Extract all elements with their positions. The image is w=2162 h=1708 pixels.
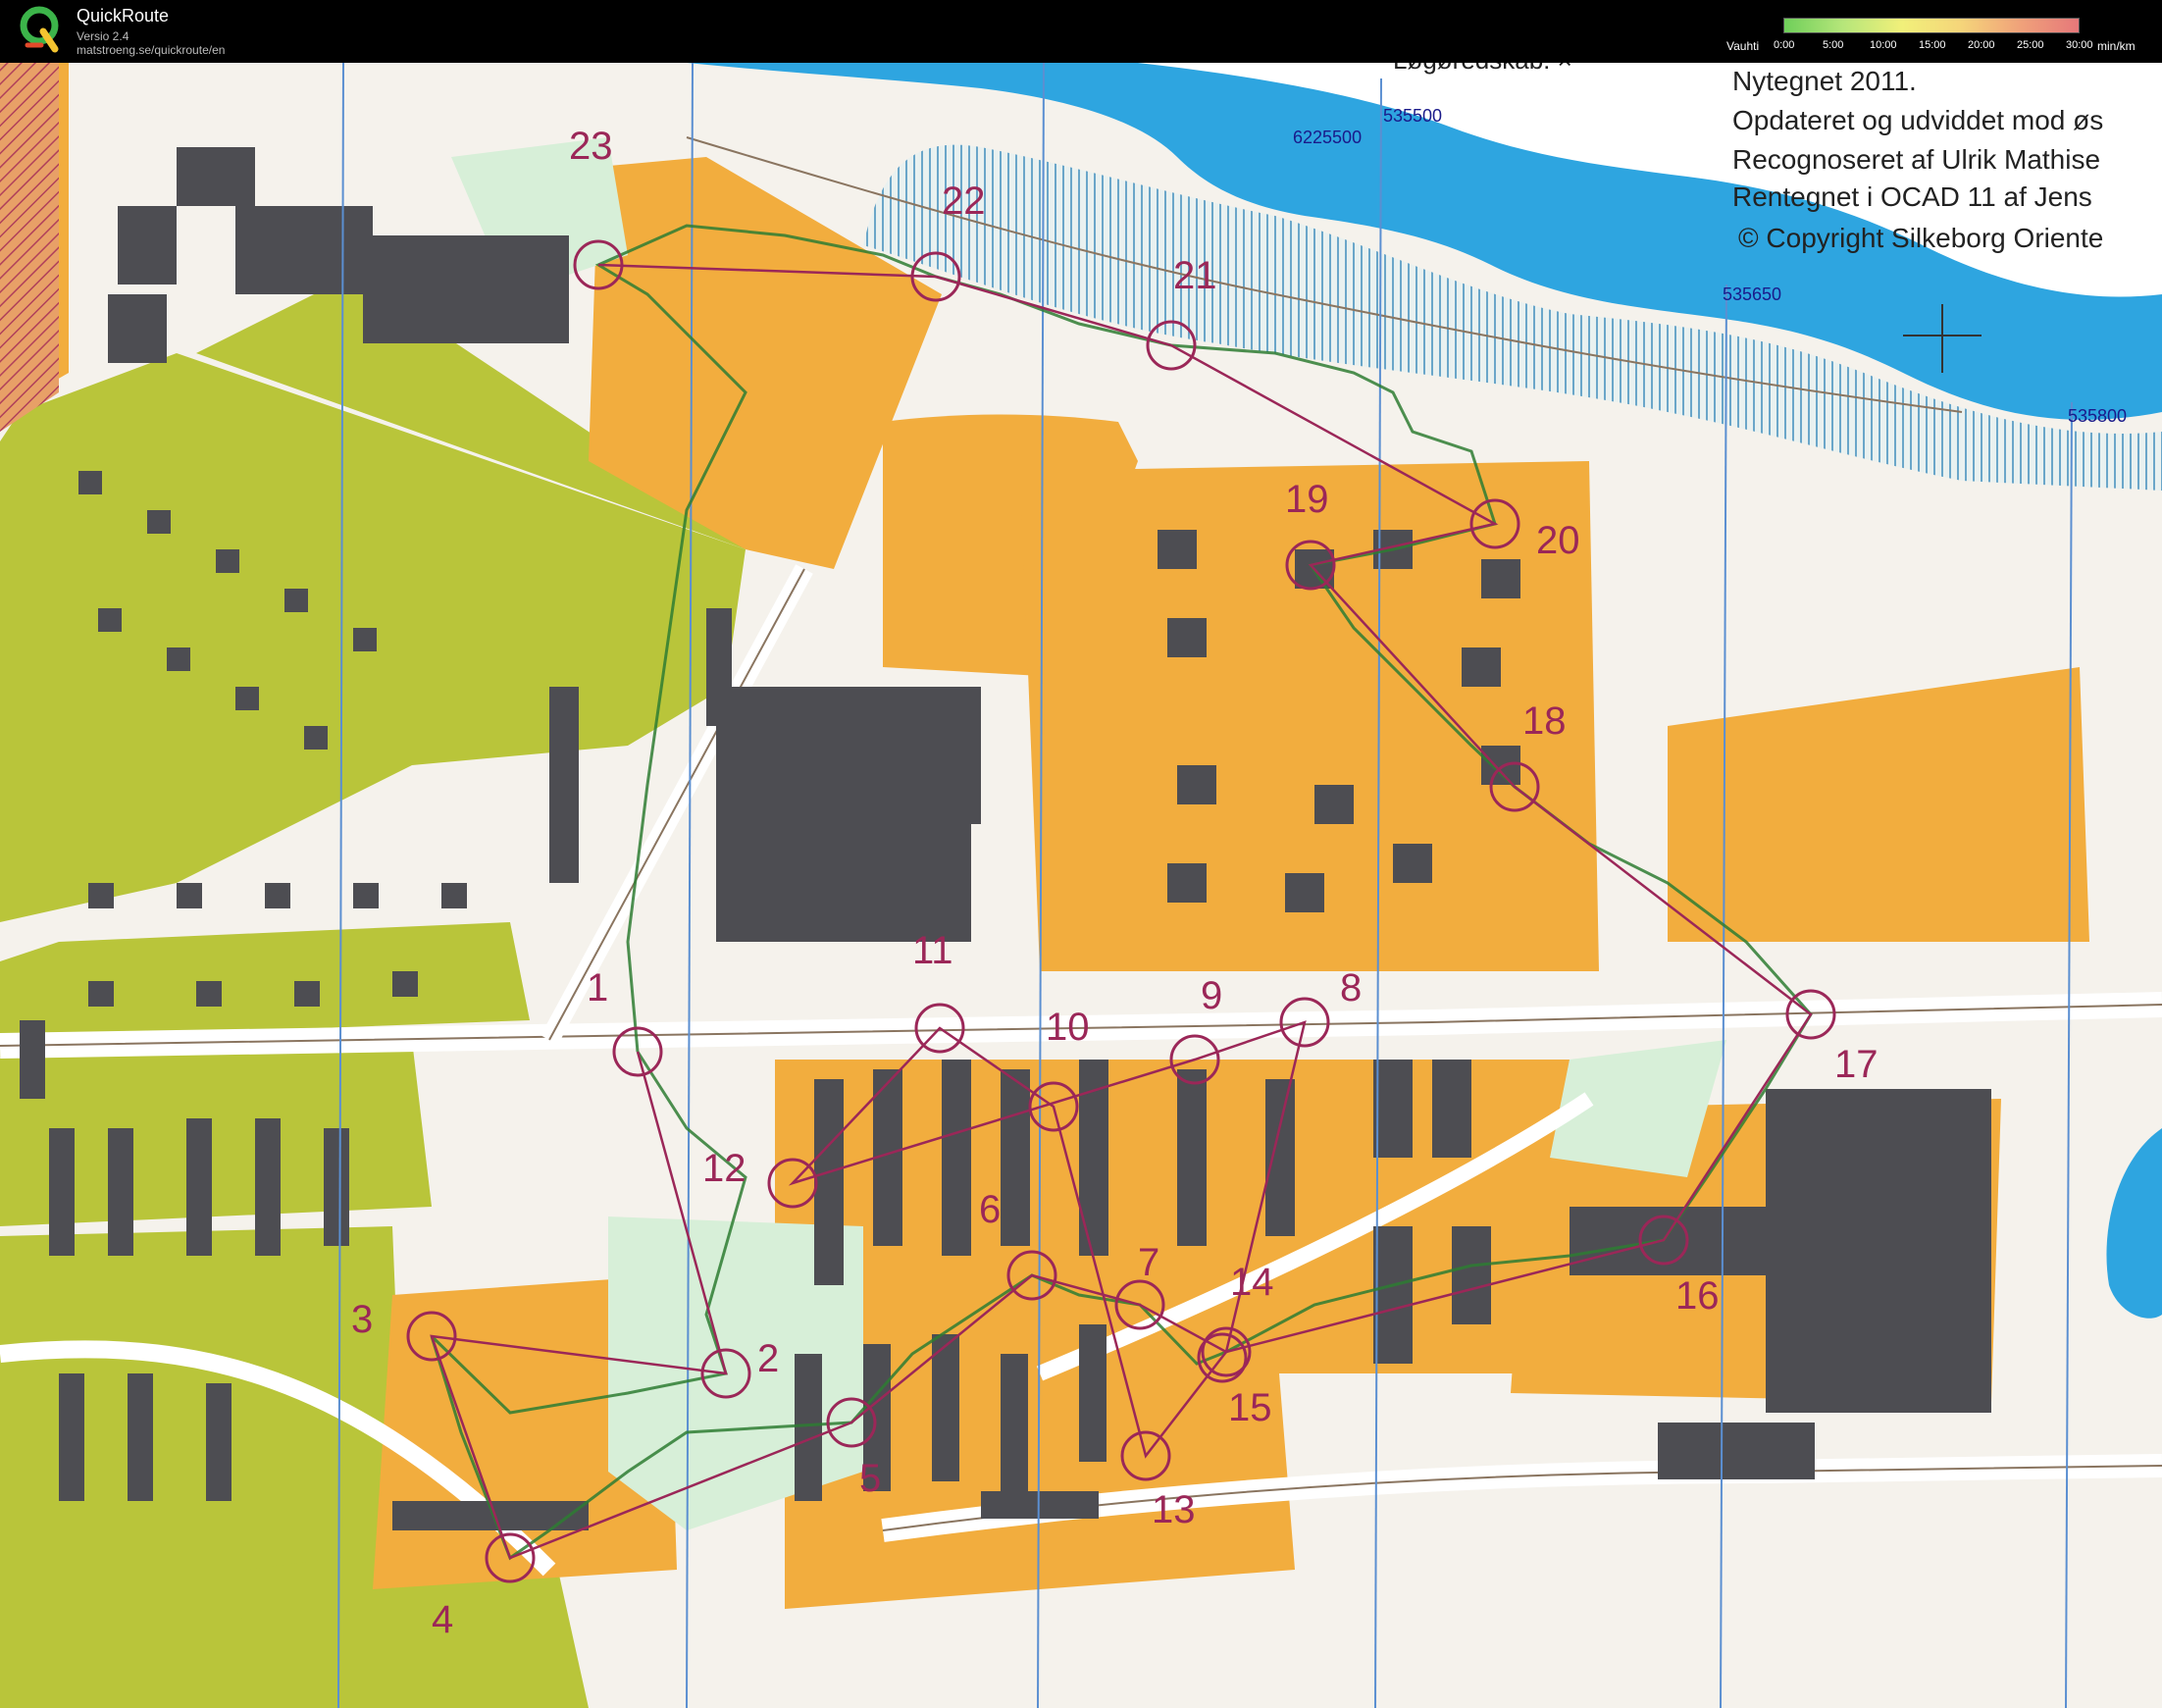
pace-tick: 10:00 xyxy=(1870,39,1897,51)
control-number-1: 1 xyxy=(587,966,608,1009)
orienteering-map[interactable]: Løgøredskab: × Nytegnet 2011. Opdateret … xyxy=(0,63,2162,1708)
control-number-4: 4 xyxy=(432,1598,453,1641)
pace-tick: 25:00 xyxy=(2017,39,2044,51)
control-number-14: 14 xyxy=(1230,1261,1274,1304)
control-number-12: 12 xyxy=(702,1147,746,1190)
quickroute-logo-icon xyxy=(20,6,59,53)
control-number-19: 19 xyxy=(1285,478,1329,521)
app-version: Versio 2.4 xyxy=(77,29,129,43)
control-number-15: 15 xyxy=(1228,1386,1272,1429)
control-number-6: 6 xyxy=(979,1188,1001,1231)
app-url[interactable]: matstroeng.se/quickroute/en xyxy=(77,43,225,57)
control-number-11: 11 xyxy=(912,929,953,972)
control-number-3: 3 xyxy=(351,1298,373,1341)
control-number-18: 18 xyxy=(1522,699,1567,743)
pace-tick: 5:00 xyxy=(1823,39,1844,51)
control-number-20: 20 xyxy=(1536,519,1580,562)
control-number-10: 10 xyxy=(1046,1006,1090,1049)
pace-legend-ticks: 0:00 5:00 10:00 15:00 20:00 25:00 30:00 xyxy=(1774,39,2146,55)
hatched-private-area-nw xyxy=(0,63,59,432)
easting-label-3: 535800 xyxy=(2068,406,2127,426)
pace-tick: 15:00 xyxy=(1919,39,1946,51)
pace-tick: 0:00 xyxy=(1774,39,1795,51)
control-number-23: 23 xyxy=(569,125,613,168)
info-line-1: Nytegnet 2011. xyxy=(1732,66,1917,96)
info-line-5: © Copyright Silkeborg Oriente xyxy=(1738,223,2103,253)
pace-tick: 20:00 xyxy=(1968,39,1995,51)
pace-tick: 30:00 xyxy=(2066,39,2093,51)
control-number-2: 2 xyxy=(757,1337,779,1380)
app-title: QuickRoute xyxy=(77,6,170,26)
control-number-22: 22 xyxy=(942,180,986,223)
pace-legend-label: Vauhti xyxy=(1726,39,1760,53)
control-number-5: 5 xyxy=(859,1457,881,1500)
easting-label-1: 535500 xyxy=(1383,106,1442,126)
easting-label-2: 535650 xyxy=(1723,285,1781,304)
pace-color-gradient xyxy=(1783,18,2080,33)
pace-legend: Vauhti 0:00 5:00 10:00 15:00 20:00 25:00… xyxy=(1726,12,2160,55)
control-number-21: 21 xyxy=(1173,254,1217,297)
control-number-17: 17 xyxy=(1834,1043,1879,1086)
control-number-9: 9 xyxy=(1201,974,1222,1017)
info-line-2: Opdateret og udviddet mod øs xyxy=(1732,105,2103,135)
control-number-16: 16 xyxy=(1675,1274,1720,1318)
info-partial-line: Løgøredskab: × xyxy=(1393,63,1572,75)
control-number-7: 7 xyxy=(1138,1241,1159,1284)
northing-label: 6225500 xyxy=(1293,128,1362,147)
control-number-13: 13 xyxy=(1152,1488,1196,1531)
top-bar: QuickRoute Versio 2.4 matstroeng.se/quic… xyxy=(0,0,2162,63)
info-line-3: Recognoseret af Ulrik Mathise xyxy=(1732,144,2100,175)
control-number-8: 8 xyxy=(1340,966,1362,1009)
pace-legend-unit: min/km xyxy=(2097,39,2136,53)
info-line-4: Rentegnet i OCAD 11 af Jens xyxy=(1732,181,2092,212)
